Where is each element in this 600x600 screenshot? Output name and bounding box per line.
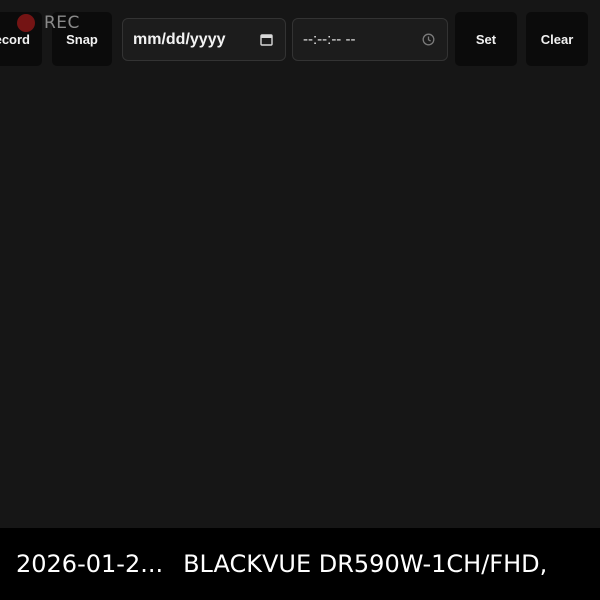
snap-button[interactable]: Snap: [52, 12, 112, 66]
time-input[interactable]: --:--:-- --: [292, 18, 448, 61]
time-input-placeholder: --:--:-- --: [303, 31, 356, 48]
clock-icon[interactable]: [421, 33, 435, 47]
toolbar: Record Snap mm/dd/yyyy --:--:-- -- Set C…: [0, 0, 600, 80]
set-button[interactable]: Set: [455, 12, 517, 66]
clear-button[interactable]: Clear: [526, 12, 588, 66]
date-input[interactable]: mm/dd/yyyy: [122, 18, 286, 61]
status-bar: 2026-01-2... BLACKVUE DR590W-1CH/FHD,: [0, 528, 600, 600]
calendar-icon[interactable]: [259, 33, 273, 47]
date-input-placeholder: mm/dd/yyyy: [133, 30, 226, 48]
dashcam-viewer: Record Snap mm/dd/yyyy --:--:-- -- Set C…: [0, 0, 600, 600]
status-device-info: BLACKVUE DR590W-1CH/FHD,: [183, 550, 548, 578]
record-button[interactable]: Record: [0, 12, 42, 66]
status-timestamp: 2026-01-2...: [16, 550, 164, 578]
